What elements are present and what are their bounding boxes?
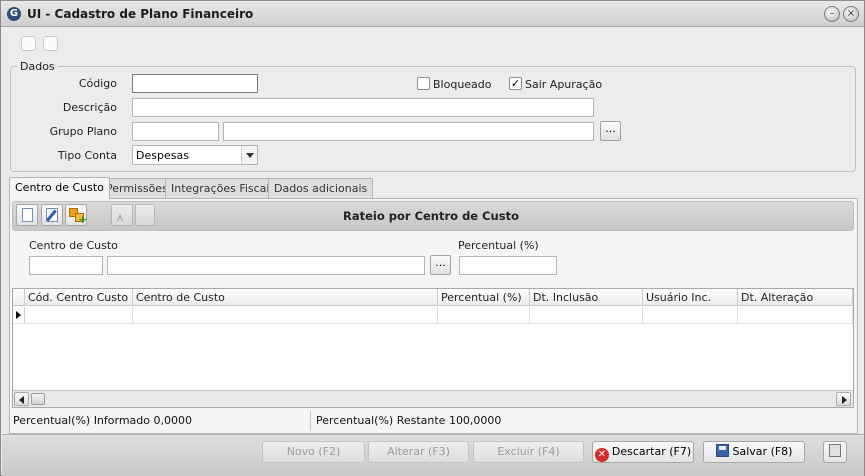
app-logo-icon: G [7,7,21,21]
close-icon[interactable]: × [843,6,859,22]
dados-group-label: Dados [17,60,58,73]
excluir-button-label: Excluir (F4) [497,445,560,458]
grid-col-percentual[interactable]: Percentual (%) [438,289,530,306]
bloqueado-checkbox[interactable] [417,77,430,90]
edit-pencil-icon[interactable] [41,204,63,226]
grid-col-usuario-inc[interactable]: Usuário Inc. [643,289,738,306]
tab-dados-adicionais[interactable]: Dados adicionais [268,178,374,198]
descartar-button[interactable]: ✕ Descartar (F7) [592,441,694,463]
tab-centro-de-custo[interactable]: Centro de Custo [9,177,110,199]
small-tool-button[interactable] [135,204,155,226]
save-disk-icon [715,444,729,457]
exit-door-icon [829,444,841,457]
percentual-label: Percentual (%) [458,239,539,252]
codigo-label: Código [78,77,117,90]
exit-button[interactable] [823,441,847,463]
alterar-button-label: Alterar (F3) [387,445,450,458]
table-cell[interactable] [738,307,853,324]
rateio-toolbar-title: Rateio por Centro de Custo [343,209,519,223]
tab-permissoes[interactable]: Permissões [100,178,174,198]
tipo-conta-select[interactable]: Despesas [132,145,258,165]
grid-col-dt-alteracao[interactable]: Dt. Alteração [738,289,853,306]
bloqueado-label: Bloqueado [433,78,492,91]
add-items-icon[interactable]: + [65,204,87,226]
rateio-grid: Cód. Centro Custo Centro de Custo Percen… [12,288,854,408]
grid-indicator-header [13,289,25,306]
grupo-plano-code-input[interactable] [132,122,219,141]
cancel-x-icon: ✕ [594,448,609,462]
descricao-label: Descrição [62,101,117,114]
descartar-button-label: Descartar (F7) [611,445,692,458]
salvar-button-label: Salvar (F8) [732,445,793,458]
centro-custo-code-input[interactable] [29,256,103,275]
sair-apuracao-checkbox[interactable]: ✓ [509,77,522,90]
sair-apuracao-label: Sair Apuração [525,78,603,91]
table-cell[interactable] [25,307,133,324]
scroll-left-icon[interactable] [14,392,29,406]
grid-col-dt-inclusao[interactable]: Dt. Inclusão [530,289,643,306]
status-percentual-restante: Percentual(%) Restante 100,0000 [316,414,502,427]
salvar-button[interactable]: Salvar (F8) [703,441,805,463]
new-document-icon[interactable] [16,204,38,226]
novo-button-label: Novo (F2) [286,445,341,458]
table-cell[interactable] [438,307,530,324]
status-separator [310,411,311,431]
tipo-conta-label: Tipo Conta [57,149,117,162]
codigo-input[interactable] [132,74,258,93]
table-cell[interactable] [530,307,643,324]
centro-custo-label: Centro de Custo [29,239,118,252]
centro-custo-name-input[interactable] [107,256,425,275]
grupo-plano-lookup-button[interactable]: ... [600,121,621,141]
compass-icon[interactable]: ⋏ [111,204,133,226]
toolbar-square-button-1[interactable] [21,36,36,51]
table-cell[interactable] [133,307,438,324]
alterar-button[interactable]: Alterar (F3) [368,441,469,463]
tab-integracoes-fiscais[interactable]: Integrações Fiscais [165,178,282,198]
status-percentual-informado: Percentual(%) Informado 0,0000 [13,414,192,427]
novo-button[interactable]: Novo (F2) [262,441,365,463]
excluir-button[interactable]: Excluir (F4) [473,441,584,463]
grupo-plano-label: Grupo Plano [49,125,117,138]
percentual-input[interactable] [459,256,557,275]
scroll-right-icon[interactable] [836,392,851,406]
grid-col-centro-de-custo[interactable]: Centro de Custo [133,289,438,306]
tipo-conta-value: Despesas [136,149,189,162]
title-bar: G UI - Cadastro de Plano Financeiro – × [1,1,864,27]
centro-custo-lookup-button[interactable]: ... [430,255,451,275]
scroll-thumb[interactable] [31,393,45,405]
app-window: G UI - Cadastro de Plano Financeiro – × … [0,0,865,476]
chevron-down-icon[interactable] [241,146,257,164]
grid-header: Cód. Centro Custo Centro de Custo Percen… [13,289,853,306]
window-title: UI - Cadastro de Plano Financeiro [27,7,254,21]
descricao-input[interactable] [132,98,594,117]
grid-col-cod-centro-custo[interactable]: Cód. Centro Custo [25,289,133,306]
toolbar-square-button-2[interactable] [43,36,58,51]
horizontal-scrollbar[interactable] [13,390,853,407]
table-row[interactable] [13,307,853,324]
minimize-icon[interactable]: – [824,6,840,22]
grupo-plano-name-input[interactable] [223,122,594,141]
table-cell[interactable] [643,307,738,324]
